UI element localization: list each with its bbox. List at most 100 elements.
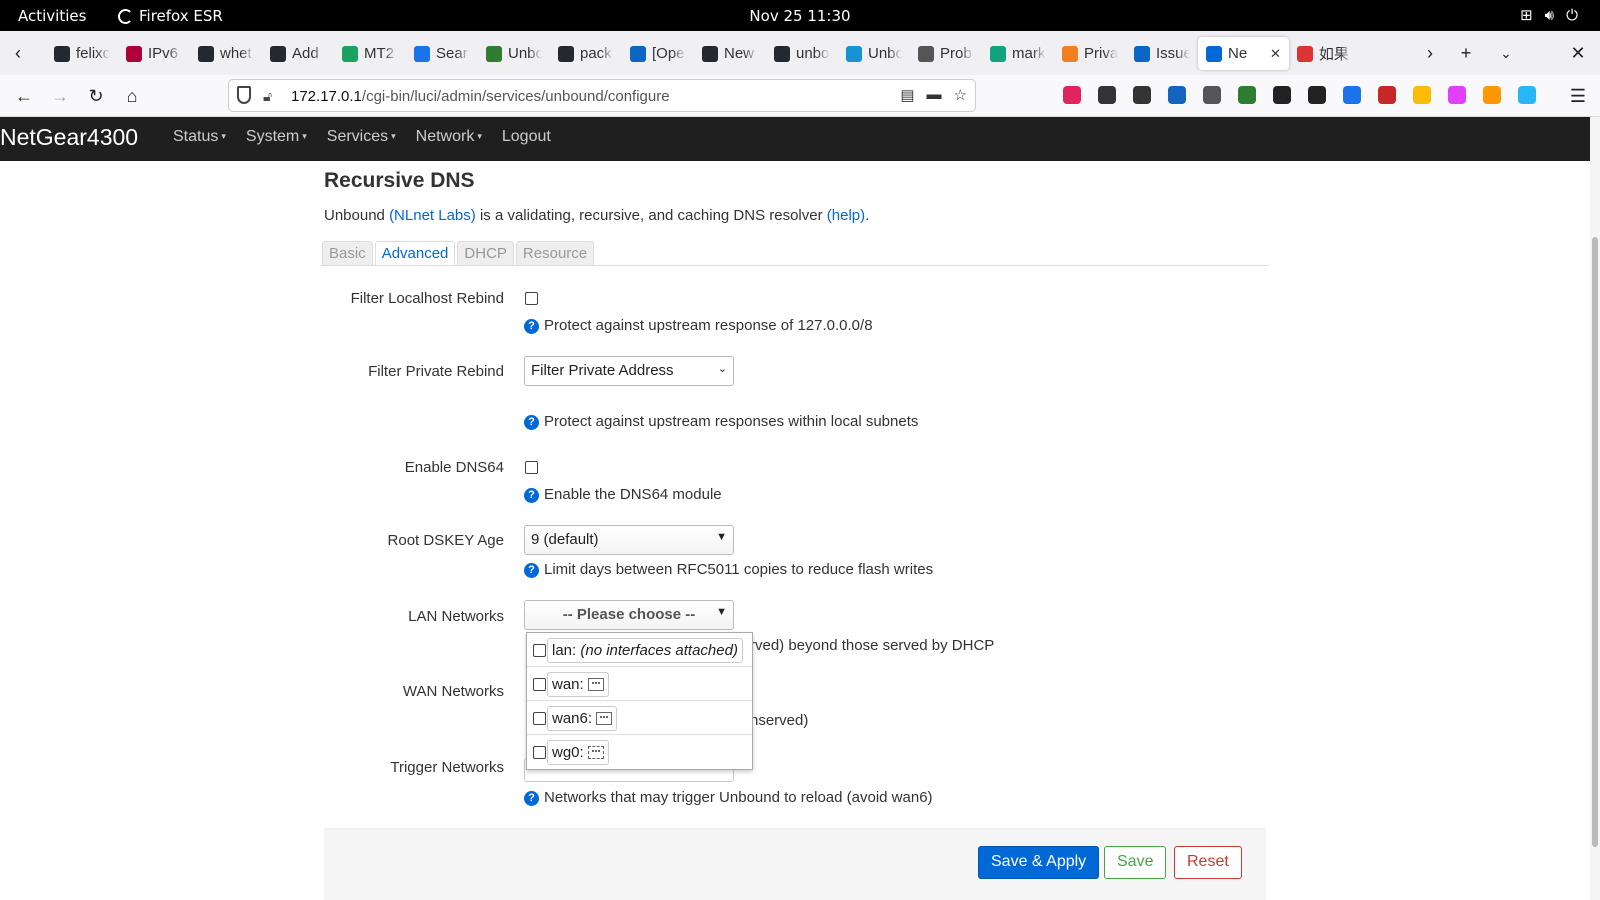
browser-tab[interactable]: Ne ✕: [1198, 37, 1289, 70]
tab-advanced[interactable]: Advanced: [374, 241, 456, 266]
extension-icon[interactable]: [1168, 86, 1186, 104]
lan-networks-dropdown: lan: (no interfaces attached) wan: wan6:…: [526, 632, 753, 770]
dropdown-option-wan6[interactable]: wan6:: [527, 701, 752, 735]
lan-networks-help: rved) beyond those served by DHCP: [750, 637, 995, 654]
tab-dhcp[interactable]: DHCP: [457, 241, 514, 266]
forward-icon[interactable]: →: [46, 82, 74, 110]
browser-tab[interactable]: Priva: [1054, 37, 1126, 70]
jian-icon: [1296, 45, 1313, 62]
dropdown-option-lan[interactable]: lan: (no interfaces attached): [527, 633, 752, 667]
option-checkbox[interactable]: [533, 644, 546, 657]
help-icon: ?: [524, 791, 539, 806]
new-tab-icon[interactable]: +: [1452, 39, 1480, 67]
extension-icon[interactable]: [1098, 86, 1116, 104]
extension-icon[interactable]: [1448, 86, 1466, 104]
browser-tab[interactable]: [Ope: [622, 37, 694, 70]
browser-tab[interactable]: New: [694, 37, 766, 70]
extension-icon[interactable]: [1413, 86, 1431, 104]
filter-private-help: ? Protect against upstream responses with…: [524, 413, 918, 430]
browser-tab[interactable]: mark: [982, 37, 1054, 70]
reload-icon[interactable]: ↻: [82, 82, 110, 110]
menu-logout[interactable]: Logout: [502, 128, 551, 146]
trigger-networks-help: ? Networks that may trigger Unbound to re…: [524, 789, 933, 806]
extension-icon[interactable]: [1518, 86, 1536, 104]
url-bar[interactable]: 🔓︎ 172.17.0.1/cgi-bin/luci/admin/service…: [228, 79, 976, 112]
app-menu-icon[interactable]: ☰: [1564, 82, 1592, 110]
v6-icon: [126, 45, 142, 62]
extension-icon[interactable]: [1483, 86, 1501, 104]
menu-status[interactable]: Status ▾: [173, 128, 226, 146]
browser-tab[interactable]: Unbo: [478, 37, 550, 70]
lan-networks-select[interactable]: -- Please choose -- ▼: [524, 600, 734, 630]
browser-tab[interactable]: pack: [550, 37, 622, 70]
browser-tab[interactable]: Add: [262, 37, 334, 70]
close-tab-icon[interactable]: ✕: [1270, 46, 1281, 62]
tab-title: Ne: [1228, 45, 1248, 62]
option-checkbox[interactable]: [533, 746, 546, 759]
browser-tab[interactable]: Sear: [406, 37, 478, 70]
dropdown-option-wan[interactable]: wan:: [527, 667, 752, 701]
browser-tab[interactable]: Unbo: [838, 37, 910, 70]
back-icon[interactable]: ←: [10, 82, 38, 110]
insecure-lock-icon[interactable]: 🔓︎: [263, 88, 272, 105]
radio-icon: [1206, 45, 1222, 62]
extension-icon[interactable]: [1203, 86, 1221, 104]
reset-button[interactable]: Reset: [1174, 846, 1242, 879]
page-title: Recursive DNS: [324, 169, 475, 192]
filter-localhost-checkbox[interactable]: [525, 292, 538, 305]
extension-icon[interactable]: [1238, 86, 1256, 104]
browser-tab[interactable]: whet: [190, 37, 262, 70]
brand-logo[interactable]: NetGear4300: [0, 124, 138, 151]
tabs-scroll-right-icon[interactable]: ›: [1416, 39, 1444, 67]
browser-tab[interactable]: unbo: [766, 37, 838, 70]
browser-tab[interactable]: Prob: [910, 37, 982, 70]
list-tabs-icon[interactable]: ⌄: [1492, 39, 1520, 67]
extension-icon[interactable]: [1273, 86, 1291, 104]
github-icon: [198, 45, 214, 62]
extension-icon[interactable]: [1308, 86, 1326, 104]
browser-tab[interactable]: IPv6: [118, 37, 190, 70]
page-action-icon[interactable]: ▬: [927, 86, 942, 104]
close-window-icon[interactable]: ✕: [1564, 39, 1592, 67]
menu-system[interactable]: System ▾: [246, 128, 307, 146]
url-text[interactable]: 172.17.0.1/cgi-bin/luci/admin/services/u…: [291, 88, 670, 105]
tab-divider: [320, 265, 1269, 266]
tabs-scroll-left-icon[interactable]: ‹: [4, 39, 32, 67]
help-link[interactable]: (help): [827, 207, 865, 224]
tab-title: Add: [292, 45, 319, 62]
tab-basic[interactable]: Basic: [322, 241, 373, 266]
page-description: Unbound (NLnet Labs) is a validating, re…: [324, 207, 870, 224]
browser-tab[interactable]: 如果: [1289, 37, 1361, 70]
reader-view-icon[interactable]: ▤: [900, 86, 914, 104]
system-tray[interactable]: ⊞ 🔊︎ ⏻: [1520, 6, 1578, 24]
save-apply-button[interactable]: Save & Apply: [978, 846, 1100, 879]
save-button[interactable]: Save: [1104, 846, 1167, 879]
clock[interactable]: Nov 25 11:30: [0, 7, 1600, 25]
menu-services[interactable]: Services ▾: [327, 128, 396, 146]
dropdown-option-wg0[interactable]: wg0:: [527, 735, 752, 769]
page-scrollbar[interactable]: [1590, 117, 1600, 900]
browser-tab[interactable]: felixc: [46, 37, 118, 70]
dns64-checkbox[interactable]: [525, 461, 538, 474]
extension-icon[interactable]: [1378, 86, 1396, 104]
dskey-select[interactable]: 9 (default) ▼: [524, 525, 734, 555]
extension-icon[interactable]: [1343, 86, 1361, 104]
tunnel-icon: [587, 746, 604, 759]
menu-network[interactable]: Network ▾: [416, 128, 482, 146]
nlnet-link[interactable]: (NLnet Labs): [389, 207, 476, 224]
dskey-help: ? Limit days between RFC5011 copies to re…: [524, 561, 933, 578]
browser-tab[interactable]: MT2: [334, 37, 406, 70]
tracking-shield-icon[interactable]: [237, 86, 251, 104]
filter-private-select[interactable]: Filter Private Address ⌄: [524, 356, 734, 386]
browser-tab[interactable]: Issue: [1126, 37, 1198, 70]
network-icon: ⊞: [1520, 6, 1533, 24]
option-checkbox[interactable]: [533, 678, 546, 691]
option-checkbox[interactable]: [533, 712, 546, 725]
home-icon[interactable]: ⌂: [118, 82, 146, 110]
dns64-label: Enable DNS64: [404, 459, 504, 476]
scrollbar-thumb[interactable]: [1592, 237, 1598, 847]
bookmark-star-icon[interactable]: ☆: [954, 86, 967, 104]
extension-icon[interactable]: [1133, 86, 1151, 104]
tab-resource[interactable]: Resource: [515, 241, 595, 266]
extension-icon[interactable]: [1063, 86, 1081, 104]
